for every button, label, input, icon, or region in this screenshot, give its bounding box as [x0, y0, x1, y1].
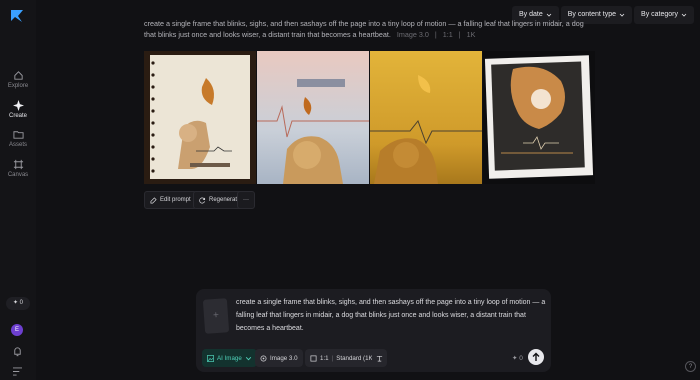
aspect-ratio-icon: [310, 355, 317, 361]
sidebar-item-explore[interactable]: Explore: [0, 70, 36, 89]
arrow-up-icon: [532, 352, 540, 361]
sparkle-icon: [12, 100, 24, 111]
model-icon: [260, 355, 267, 361]
bell-icon[interactable]: [12, 346, 23, 357]
sidebar-item-create[interactable]: Create: [0, 100, 36, 119]
refresh-icon: [199, 197, 206, 203]
generated-image-4[interactable]: [483, 51, 595, 184]
prompt-text: create a single frame that blinks, sighs…: [144, 19, 584, 39]
more-options-button[interactable]: ···: [237, 191, 255, 209]
chevron-down-icon: [245, 356, 251, 360]
sidebar-item-assets[interactable]: Assets: [0, 129, 36, 148]
chevron-down-icon: [681, 13, 687, 17]
ratio-label: 1:1: [320, 354, 329, 362]
generated-image-3[interactable]: [370, 51, 482, 184]
model-label: Image 3.0: [270, 354, 298, 362]
filter-by-category[interactable]: By category: [634, 6, 694, 24]
generate-button[interactable]: [528, 349, 544, 365]
edit-prompt-button[interactable]: Edit prompt: [144, 191, 197, 209]
sidebar-item-label: Assets: [8, 142, 27, 148]
canvas-icon: [13, 159, 23, 170]
avatar[interactable]: E: [11, 324, 23, 336]
regenerate-label: Regenerate: [209, 197, 241, 203]
folder-icon: [12, 131, 24, 139]
chevron-down-icon: [619, 13, 625, 17]
result-ratio: 1:1: [442, 30, 453, 39]
prompt-composer: + create a single frame that blinks, sig…: [196, 289, 551, 372]
sidebar: Explore Create Assets Canvas ✦ 0 E: [0, 0, 36, 380]
prompt-tools-button[interactable]: [372, 349, 387, 367]
size-selector[interactable]: 1:1 | Standard (1K): [305, 349, 380, 367]
cost-value: 0: [519, 355, 523, 362]
mode-selector[interactable]: AI Image: [202, 349, 257, 367]
credits-count: 0: [19, 300, 24, 306]
help-button[interactable]: ?: [685, 361, 696, 372]
result-model: Image 3.0: [396, 30, 429, 39]
credits-badge[interactable]: ✦ 0: [6, 297, 30, 310]
sidebar-item-canvas[interactable]: Canvas: [0, 159, 36, 178]
home-icon: [13, 71, 23, 80]
more-icon: ···: [243, 197, 249, 203]
text-format-icon: [376, 355, 383, 361]
quality-label: Standard (1K): [336, 354, 375, 362]
logo-icon[interactable]: [10, 9, 24, 23]
generation-cost: ✦ 0: [512, 355, 523, 362]
mode-label: AI Image: [217, 354, 242, 362]
sidebar-item-label: Explore: [7, 83, 29, 89]
filter-label: By category: [641, 11, 678, 18]
prompt-input[interactable]: create a single frame that blinks, sighs…: [236, 296, 546, 335]
menu-icon[interactable]: [12, 367, 23, 376]
edit-prompt-label: Edit prompt: [160, 197, 191, 203]
result-resolution: 1K: [466, 30, 476, 39]
generated-image-2[interactable]: [257, 51, 369, 184]
model-selector[interactable]: Image 3.0: [255, 349, 303, 367]
add-reference-image-button[interactable]: +: [202, 298, 230, 334]
sidebar-item-label: Create: [8, 113, 27, 119]
sidebar-item-label: Canvas: [7, 172, 29, 178]
edit-icon: [150, 196, 157, 203]
result-prompt: create a single frame that blinks, sighs…: [144, 19, 584, 39]
generated-image-1[interactable]: [144, 51, 256, 184]
image-icon: [207, 354, 214, 362]
